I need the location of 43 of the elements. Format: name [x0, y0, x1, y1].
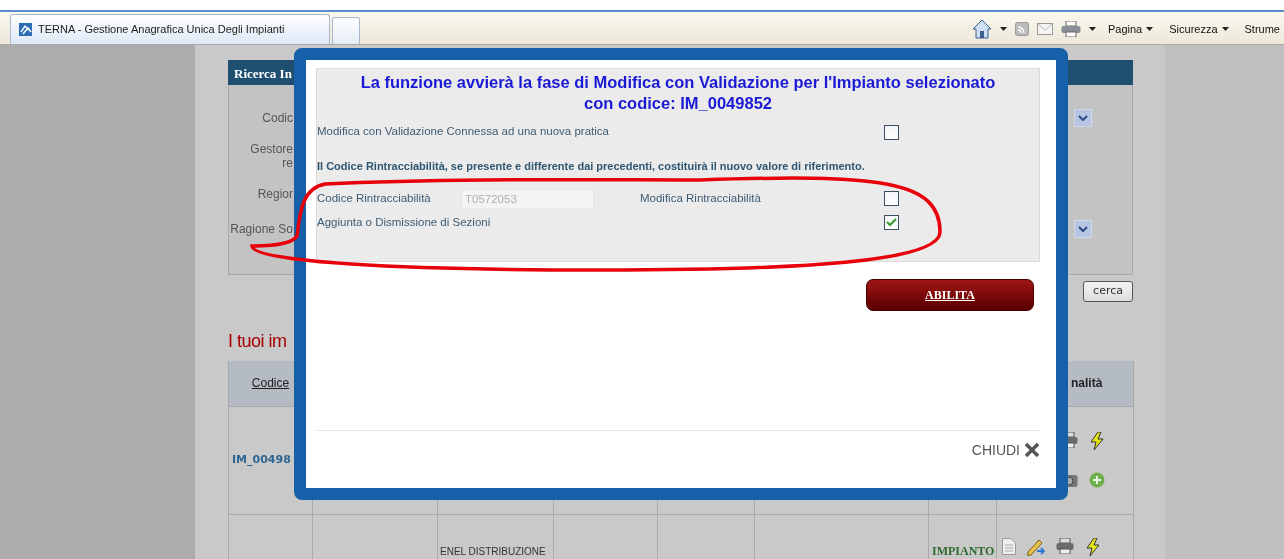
- toolbar-menu[interactable]: Sicurezza: [1165, 20, 1233, 38]
- field-label: Regior: [256, 187, 294, 201]
- dropdown-button[interactable]: [1074, 109, 1092, 127]
- chevron-down-icon: [1078, 115, 1088, 121]
- column-header-link[interactable]: Codice: [251, 374, 290, 392]
- printer-icon[interactable]: [1060, 21, 1081, 37]
- option-label: Aggiunta o Dismissione di Sezioni: [317, 214, 492, 230]
- close-button[interactable]: CHIUDI: [971, 439, 1040, 461]
- field-label: Ragione So: [229, 222, 294, 236]
- lightning-icon[interactable]: [1089, 432, 1105, 450]
- info-text: Il Codice Rintracciabilità, se presente e differente dai precedenti, costituirà il nuovo valore di riferimento.: [317, 159, 866, 174]
- checkbox[interactable]: [884, 124, 899, 140]
- enable-button[interactable]: ABILITA: [866, 279, 1034, 311]
- option-label: Modifica con Validazione Connessa ad una nuova pratica: [317, 124, 610, 140]
- mail-icon[interactable]: [1036, 23, 1053, 35]
- caret-icon: [1221, 27, 1229, 31]
- lightning-icon[interactable]: [1085, 537, 1101, 556]
- printer-icon[interactable]: [1056, 537, 1074, 554]
- field-label: Codic: [261, 111, 294, 125]
- favicon-icon: [19, 23, 32, 36]
- field-label: Codice Rintracciabilità: [317, 190, 432, 206]
- check-icon: [886, 218, 897, 227]
- option-label: Modifica Rintracciabilità: [640, 190, 762, 206]
- chevron-down-icon: [1078, 226, 1088, 232]
- toolbar-menu[interactable]: Pagina: [1103, 20, 1158, 38]
- pencil-icon[interactable]: [1027, 537, 1045, 556]
- browser-tab[interactable]: TERNA - Gestione Anagrafica Unica Degli Impianti: [10, 14, 330, 44]
- toolbar-menu[interactable]: Strume: [1240, 20, 1284, 38]
- close-icon: [1024, 442, 1040, 458]
- caret-icon: [999, 27, 1007, 31]
- home-icon[interactable]: [971, 19, 992, 39]
- section-heading: I tuoi im: [228, 329, 288, 353]
- status-label: IMPIANTO: [931, 542, 995, 559]
- dropdown-button[interactable]: [1074, 220, 1092, 238]
- caret-icon: [1088, 27, 1096, 31]
- column-header: nalità: [1070, 375, 1103, 392]
- checkbox[interactable]: [884, 215, 899, 230]
- table-cell-text: IM_00498: [231, 451, 291, 468]
- rss-icon[interactable]: [1014, 22, 1029, 36]
- table-cell-text: ENEL DISTRIBUZIONE: [439, 544, 546, 559]
- field-label: Gestore re: [249, 142, 294, 170]
- search-button[interactable]: cerca: [1083, 281, 1133, 302]
- caret-icon: [1146, 27, 1154, 31]
